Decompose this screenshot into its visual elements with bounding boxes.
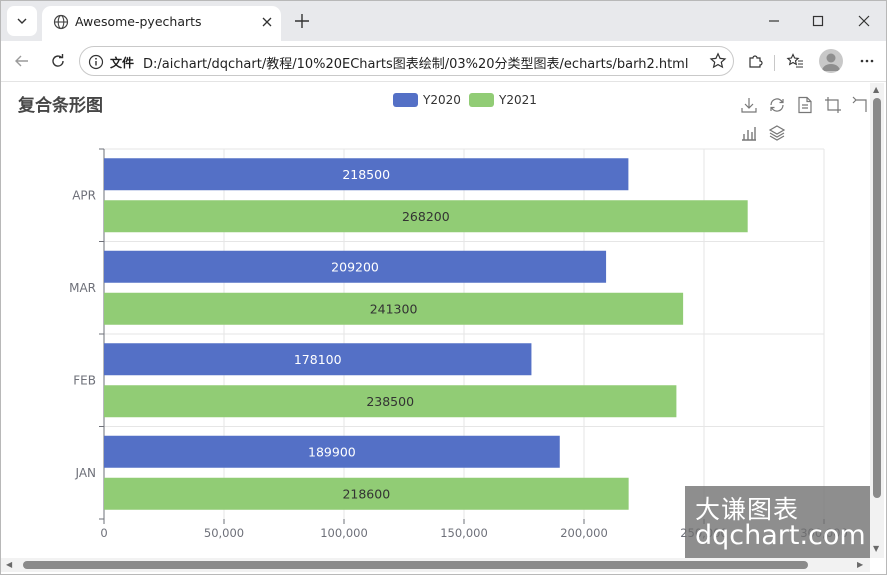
- tab-strip: Awesome-pyecharts: [1, 1, 886, 41]
- x-tick-label: 200,000: [560, 526, 608, 540]
- close-icon: [858, 15, 870, 27]
- close-icon: [262, 17, 272, 27]
- info-icon[interactable]: [88, 54, 104, 70]
- scroll-left-arrow-icon[interactable]: ◀: [6, 561, 12, 569]
- watermark-url: dqchart.com: [695, 520, 866, 551]
- browser-tab[interactable]: Awesome-pyecharts: [42, 6, 281, 41]
- minimize-button[interactable]: [760, 7, 788, 35]
- scheme-label: 文件: [110, 56, 135, 70]
- chevron-down-icon: [17, 18, 27, 24]
- data-label: 189900: [308, 444, 356, 459]
- y-category-label: MAR: [69, 281, 96, 295]
- maximize-icon: [812, 15, 824, 27]
- maximize-button[interactable]: [804, 7, 832, 35]
- horizontal-scrollbar[interactable]: ◀ ▶: [1, 558, 870, 572]
- x-tick-label: 150,000: [440, 526, 488, 540]
- browser-window: Awesome-pyecharts 文件 D:/aichart/dqchart/…: [0, 0, 887, 575]
- star-icon[interactable]: [709, 52, 727, 70]
- window-close-button[interactable]: [850, 7, 878, 35]
- profile-avatar[interactable]: [819, 49, 843, 73]
- data-label: 218500: [342, 167, 390, 182]
- user-icon: [822, 53, 840, 71]
- page-content: 复合条形图 Y2020 Y2021 0 50,000 100,000 150,000 2…: [1, 83, 886, 574]
- plus-icon: [295, 14, 309, 28]
- data-label: 268200: [402, 209, 450, 224]
- vertical-scroll-thumb[interactable]: [873, 98, 881, 498]
- minimize-icon: [769, 20, 779, 22]
- tab-title: Awesome-pyecharts: [75, 14, 202, 29]
- data-label: 178100: [294, 352, 342, 367]
- x-tick-label: 50,000: [204, 526, 244, 540]
- data-label: 238500: [366, 394, 414, 409]
- globe-icon: [53, 14, 69, 30]
- y-category-label: JAN: [74, 466, 96, 480]
- reload-button[interactable]: [44, 47, 72, 75]
- y-category-label: FEB: [73, 373, 96, 387]
- scroll-right-arrow-icon[interactable]: ▶: [857, 561, 863, 569]
- extensions-button[interactable]: [741, 47, 769, 75]
- tab-search-button[interactable]: [7, 6, 37, 36]
- tab-close-button[interactable]: [257, 12, 277, 32]
- favorites-button[interactable]: [781, 47, 809, 75]
- browser-toolbar: 文件 D:/aichart/dqchart/教程/10%20ECharts图表绘…: [1, 41, 886, 82]
- x-tick-label: 0: [100, 526, 107, 540]
- more-horizontal-icon: [860, 59, 874, 63]
- x-tick-label: 100,000: [320, 526, 368, 540]
- horizontal-scroll-thumb[interactable]: [23, 561, 808, 569]
- url-text[interactable]: D:/aichart/dqchart/教程/10%20ECharts图表绘制/0…: [143, 53, 688, 72]
- vertical-scrollbar[interactable]: ▲ ▼: [870, 83, 884, 558]
- y-category-label: APR: [72, 188, 96, 202]
- back-button[interactable]: [8, 47, 36, 75]
- scroll-down-arrow-icon[interactable]: ▼: [873, 545, 879, 553]
- watermark: 大谦图表 dqchart.com: [685, 486, 872, 558]
- puzzle-icon: [749, 55, 763, 68]
- favorites-icon: [786, 53, 803, 68]
- arrow-left-icon: [15, 55, 28, 67]
- more-menu-button[interactable]: [853, 47, 881, 75]
- address-bar[interactable]: 文件 D:/aichart/dqchart/教程/10%20ECharts图表绘…: [79, 46, 734, 76]
- data-label: 209200: [331, 259, 379, 274]
- data-label: 241300: [370, 301, 418, 316]
- new-tab-button[interactable]: [290, 9, 314, 33]
- data-label: 218600: [342, 486, 390, 501]
- toolbar-separator: [774, 55, 775, 71]
- scroll-up-arrow-icon[interactable]: ▲: [873, 86, 879, 94]
- reload-icon: [52, 54, 64, 67]
